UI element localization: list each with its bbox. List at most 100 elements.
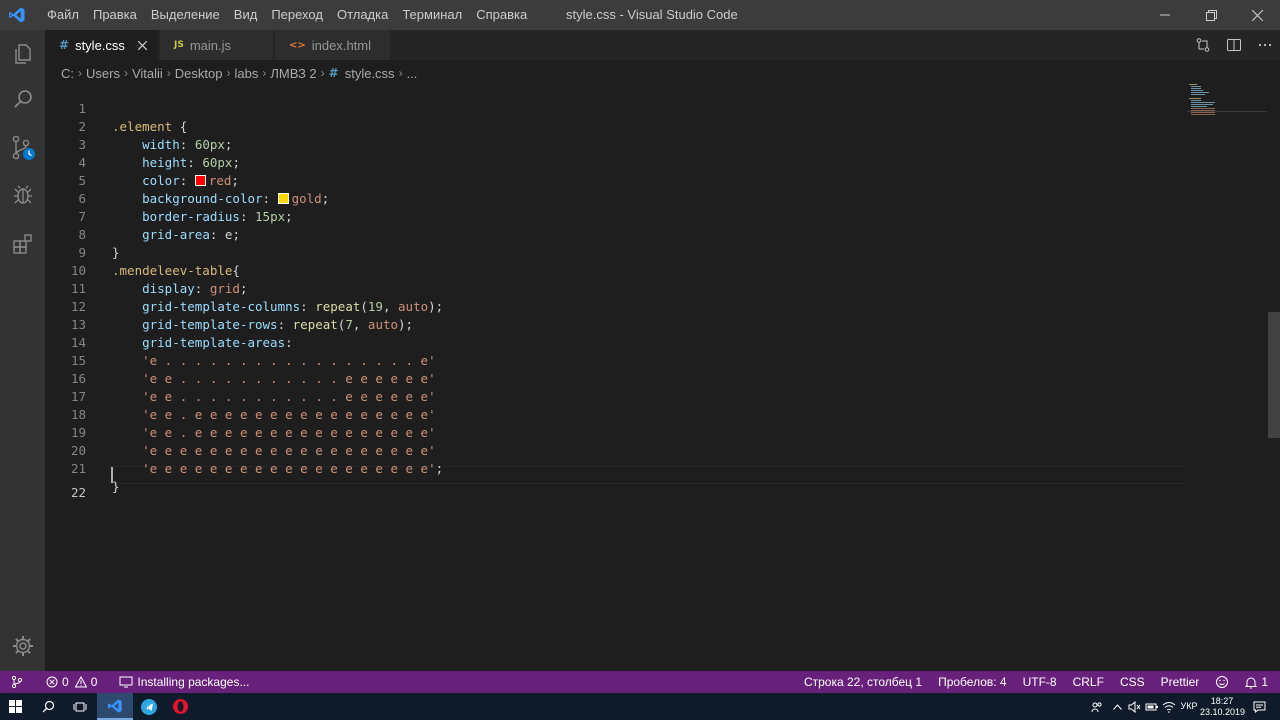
task-view-button[interactable] (64, 693, 96, 720)
extensions-button[interactable] (0, 220, 45, 268)
close-icon (1251, 9, 1263, 21)
breadcrumb-item[interactable]: C: (61, 66, 74, 81)
branch-icon (11, 675, 23, 689)
code-line: 4 color: red; (45, 136, 1187, 188)
menu-help[interactable]: Справка (469, 0, 534, 30)
chevron-right-icon: › (123, 66, 128, 80)
search-button[interactable] (0, 75, 45, 123)
menu-file[interactable]: Файл (40, 0, 86, 30)
language-mode[interactable]: CSS (1112, 671, 1153, 693)
battery-icon (1145, 703, 1158, 710)
editor-actions (1187, 30, 1280, 60)
chevron-right-icon: › (78, 66, 82, 80)
battery-indicator[interactable] (1144, 693, 1160, 720)
chevron-right-icon: › (226, 66, 231, 80)
breadcrumb-item[interactable]: ... (407, 66, 418, 81)
menu-debug[interactable]: Отладка (330, 0, 395, 30)
menu-view[interactable]: Вид (227, 0, 265, 30)
close-window-button[interactable] (1234, 0, 1280, 30)
prettier-status[interactable]: Prettier (1153, 671, 1208, 693)
people-icon (1091, 701, 1102, 712)
minimap[interactable] (1187, 82, 1267, 670)
breadcrumb: C: › Users › Vitalii › Desktop › labs › ЛМВЗ … (61, 64, 417, 82)
open-changes-button[interactable] (1187, 30, 1218, 60)
os-taskbar: УКР 18:27 23.10.2019 (0, 693, 1280, 720)
breadcrumb-item[interactable]: ЛМВЗ 2 (270, 66, 316, 81)
tab-style-css[interactable]: # style.css (45, 30, 159, 60)
tab-label: main.js (189, 37, 232, 53)
tab-index-html[interactable]: <> index.html (275, 30, 391, 60)
taskbar-vscode[interactable] (97, 693, 133, 720)
settings-button[interactable] (0, 622, 45, 670)
indentation[interactable]: Пробелов: 4 (930, 671, 1015, 693)
taskbar-telegram[interactable] (133, 693, 165, 720)
network-button[interactable] (1161, 693, 1177, 720)
menu-selection[interactable]: Выделение (144, 0, 227, 30)
minimize-button[interactable] (1142, 0, 1188, 30)
text-cursor (111, 467, 113, 483)
vscode-logo-icon (2, 0, 32, 30)
taskbar-search-button[interactable] (33, 693, 63, 720)
input-language[interactable]: УКР (1178, 701, 1200, 711)
ellipsis-icon (1258, 43, 1271, 47)
taskbar-opera[interactable] (165, 693, 195, 720)
menu-edit[interactable]: Правка (86, 0, 144, 30)
code-line: 20 'e e e e e e e e e e e e e e e e e e … (45, 424, 1187, 476)
more-actions-button[interactable] (1249, 30, 1280, 60)
explorer-button[interactable] (0, 30, 45, 78)
split-editor-icon (1226, 39, 1241, 51)
editor-tabs-bar: # style.css JS main.js <> index.html (45, 30, 1280, 60)
split-editor-button[interactable] (1218, 30, 1249, 60)
volume-button[interactable] (1126, 693, 1142, 720)
notifications-button[interactable]: 1 (1237, 671, 1280, 693)
remote-branch-indicator[interactable] (0, 671, 32, 693)
breadcrumb-item[interactable]: style.css (345, 66, 395, 81)
clock-date[interactable]: 23.10.2019 (1200, 707, 1245, 717)
windows-icon (8, 700, 22, 713)
debug-button[interactable] (0, 171, 45, 219)
tab-close-button[interactable] (134, 37, 150, 53)
menu-terminal[interactable]: Терминал (395, 0, 469, 30)
breadcrumb-item[interactable]: Users (86, 66, 120, 81)
line-ending[interactable]: CRLF (1065, 671, 1112, 693)
minimize-icon (1160, 14, 1170, 16)
gear-icon (12, 636, 33, 656)
clock-time[interactable]: 18:27 (1200, 696, 1244, 706)
vscode-logo-icon (108, 698, 122, 713)
encoding[interactable]: UTF-8 (1015, 671, 1065, 693)
code-line: 17 'e e . e e e e e e e e e e e e e e e … (45, 370, 1187, 422)
feedback-button[interactable] (1207, 671, 1237, 693)
task-view-icon (73, 702, 87, 711)
code-editor[interactable]: 1 .element { 2 width: 60px; 3 height: 60… (45, 82, 1187, 670)
show-hidden-icons-button[interactable] (1110, 693, 1124, 720)
css-file-icon: # (328, 66, 339, 80)
installing-status[interactable]: Installing packages... (111, 671, 257, 693)
code-line: 13 grid-template-areas: (45, 298, 1187, 350)
menu-go[interactable]: Переход (264, 0, 330, 30)
status-bar-right: Строка 22, столбец 1 Пробелов: 4 UTF-8 C… (796, 671, 1280, 693)
breadcrumb-item[interactable]: labs (235, 66, 259, 81)
people-button[interactable] (1088, 693, 1106, 720)
code-line: 21 } (45, 442, 1187, 494)
chevron-right-icon: › (262, 66, 267, 80)
warning-icon (74, 676, 87, 688)
code-line: 7 grid-area: e; (45, 190, 1187, 242)
tab-label: style.css (75, 37, 125, 53)
action-center-button[interactable] (1250, 693, 1268, 720)
cursor-position[interactable]: Строка 22, столбец 1 (796, 671, 930, 693)
code-line: 15 'e e . . . . . . . . . . . e e e e e … (45, 334, 1187, 386)
minimap-preview (1187, 84, 1267, 115)
problems-indicator[interactable]: 0 0 (38, 671, 105, 693)
breadcrumb-item[interactable]: Vitalii (132, 66, 163, 81)
smiley-icon (1216, 676, 1229, 688)
code-line: 9 .mendeleev-table{ (45, 226, 1187, 278)
source-control-button[interactable] (0, 124, 45, 172)
tab-main-js[interactable]: JS main.js (160, 30, 274, 60)
scrollbar-thumb[interactable] (1268, 312, 1280, 438)
breadcrumb-item[interactable]: Desktop (175, 66, 223, 81)
code-line: 10 display: grid; (45, 244, 1187, 296)
error-icon (46, 676, 58, 688)
restore-button[interactable] (1188, 0, 1234, 30)
start-button[interactable] (0, 693, 30, 720)
bug-icon (13, 185, 32, 204)
